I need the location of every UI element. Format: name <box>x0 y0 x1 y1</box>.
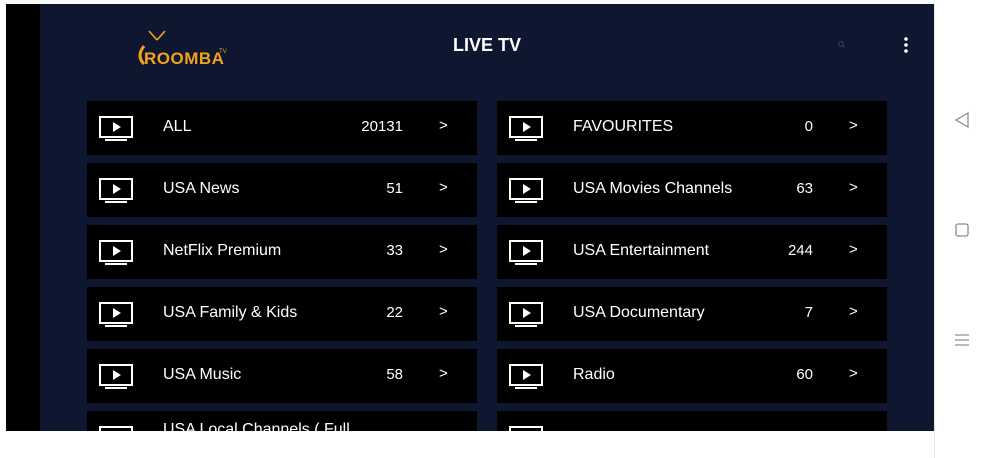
category-label: FAVOURITES <box>573 118 674 135</box>
tv-play-icon <box>509 178 543 203</box>
category-label: USA Music <box>163 366 242 383</box>
search-icon[interactable] <box>836 39 848 51</box>
category-count: 63 <box>796 180 813 197</box>
category-label: USA Local Channels ( Full <box>163 421 350 431</box>
chevron-right-icon: > <box>849 303 858 320</box>
tv-play-icon <box>99 240 133 265</box>
square-home-icon <box>955 223 969 237</box>
category-count: 60 <box>796 366 813 383</box>
category-card[interactable]: USA Family & Kids 22 > <box>87 287 477 341</box>
category-card[interactable]: USA Music 58 > <box>87 349 477 403</box>
category-count: 33 <box>386 242 403 259</box>
category-label: USA Movies Channels <box>573 180 733 197</box>
category-card[interactable] <box>497 411 887 431</box>
bottom-edge <box>0 431 934 458</box>
tv-play-icon <box>509 302 543 327</box>
menu-lines-icon <box>955 334 969 346</box>
app-window: ROOMBA TV LIVE TV ALL 20131 > FAVOURITES… <box>40 4 934 431</box>
category-card[interactable]: ALL 20131 > <box>87 101 477 155</box>
tv-play-icon <box>509 116 543 141</box>
screen: ROOMBA TV LIVE TV ALL 20131 > FAVOURITES… <box>0 0 986 458</box>
category-count: 244 <box>787 242 813 259</box>
tv-play-icon <box>509 240 543 265</box>
tv-play-icon <box>99 302 133 327</box>
chevron-right-icon: > <box>849 365 858 382</box>
category-card[interactable]: USA Entertainment 244 > <box>497 225 887 279</box>
nav-back-button[interactable] <box>952 110 972 130</box>
system-navigation-bar <box>934 0 986 458</box>
more-vert-icon[interactable] <box>898 36 914 54</box>
category-label: NetFlix Premium <box>163 242 282 259</box>
nav-home-button[interactable] <box>952 220 972 240</box>
category-label: ALL <box>163 118 192 135</box>
category-label: USA Documentary <box>573 304 705 321</box>
category-card[interactable]: FAVOURITES 0 > <box>497 101 887 155</box>
category-count: 20131 <box>361 118 403 135</box>
category-count: 58 <box>386 366 403 383</box>
category-label: USA Family & Kids <box>163 304 298 321</box>
chevron-right-icon: > <box>439 117 448 134</box>
category-count: 0 <box>804 118 813 135</box>
category-label: USA News <box>163 180 240 197</box>
chevron-right-icon: > <box>439 179 448 196</box>
category-count: 7 <box>804 304 813 321</box>
category-card[interactable]: USA Local Channels ( Full <box>87 411 477 431</box>
chevron-right-icon: > <box>439 241 448 258</box>
category-count: 51 <box>386 180 403 197</box>
category-card[interactable]: NetFlix Premium 33 > <box>87 225 477 279</box>
page-title: LIVE TV <box>452 35 521 55</box>
category-card[interactable]: USA Movies Channels 63 > <box>497 163 887 217</box>
category-card[interactable]: Radio 60 > <box>497 349 887 403</box>
tv-play-icon <box>509 364 543 389</box>
chevron-right-icon: > <box>439 303 448 320</box>
chevron-right-icon: > <box>849 179 858 196</box>
category-card[interactable]: USA Documentary 7 > <box>497 287 887 341</box>
chevron-right-icon: > <box>439 365 448 382</box>
tv-play-icon <box>99 178 133 203</box>
category-count: 22 <box>386 304 403 321</box>
category-label: USA Entertainment <box>573 242 710 259</box>
category-card[interactable]: USA News 51 > <box>87 163 477 217</box>
left-black-bar <box>6 4 40 431</box>
chevron-right-icon: > <box>849 241 858 258</box>
nav-recents-button[interactable] <box>952 330 972 350</box>
chevron-right-icon: > <box>849 117 858 134</box>
tv-play-icon <box>99 116 133 141</box>
category-label: Radio <box>573 366 615 383</box>
triangle-back-icon <box>954 111 969 129</box>
tv-play-icon <box>99 364 133 389</box>
